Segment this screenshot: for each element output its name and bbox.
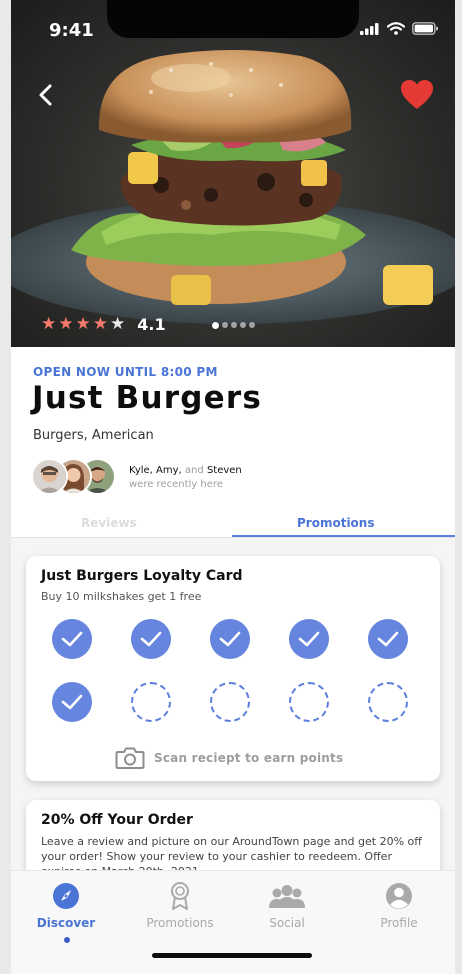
cellular-signal-icon <box>360 22 379 35</box>
burger-photo <box>11 50 455 324</box>
stamp-earned <box>289 619 329 659</box>
checkmark-icon <box>61 631 83 647</box>
group-people-icon <box>269 885 305 908</box>
avatar[interactable] <box>31 458 68 495</box>
loyalty-card-title: Just Burgers Loyalty Card <box>41 568 243 584</box>
star-icon: ★ <box>41 314 57 334</box>
nav-promotions[interactable]: Promotions <box>125 881 235 930</box>
star-icon: ★ <box>92 314 108 334</box>
carousel-indicator[interactable] <box>212 321 255 329</box>
stamp-earned <box>131 619 171 659</box>
star-icon: ★ <box>58 314 74 334</box>
user-profile-icon <box>386 883 412 909</box>
battery-icon <box>412 22 438 35</box>
stamp-empty <box>368 682 408 722</box>
rating-stars: ★ ★ ★ ★ ★ 4.1 <box>41 314 166 334</box>
friends-names: Kyle, Amy, and Steven <box>129 465 242 476</box>
device-notch <box>107 0 359 38</box>
friend-name: Steven <box>206 465 242 476</box>
carousel-dot[interactable] <box>222 322 228 328</box>
award-ribbon-icon <box>171 882 189 910</box>
status-time: 9:41 <box>49 20 94 41</box>
loyalty-card: Just Burgers Loyalty Card Buy 10 milksha… <box>26 556 440 781</box>
stamp-empty <box>289 682 329 722</box>
tab-promotions[interactable]: Promotions <box>297 516 374 530</box>
home-indicator[interactable] <box>152 953 312 958</box>
stamp-earned <box>368 619 408 659</box>
favorite-heart-icon[interactable] <box>399 78 435 112</box>
promotions-content[interactable]: Just Burgers Loyalty Card Buy 10 milksha… <box>11 538 455 870</box>
status-icons <box>360 22 439 35</box>
nav-social[interactable]: Social <box>232 881 342 930</box>
loyalty-card-subtitle: Buy 10 milkshakes get 1 free <box>41 590 202 603</box>
promo-description: Leave a review and picture on our Around… <box>41 835 422 870</box>
scan-receipt-label: Scan reciept to earn points <box>154 751 344 765</box>
promo-card[interactable]: 20% Off Your Order Leave a review and pi… <box>26 800 440 870</box>
phone-screen: 9:41 ★ ★ ★ ★ ★ 4.1 OPEN NOW UNTIL 8:00 P… <box>11 0 455 974</box>
friend-avatars[interactable] <box>31 458 121 496</box>
stamp-earned <box>52 682 92 722</box>
star-icon: ★ <box>75 314 91 334</box>
checkmark-icon <box>377 631 399 647</box>
wifi-icon <box>387 22 405 35</box>
carousel-dot[interactable] <box>231 322 237 328</box>
carousel-dot[interactable] <box>249 322 255 328</box>
nav-discover[interactable]: Discover <box>11 881 121 930</box>
checkmark-icon <box>140 631 162 647</box>
nav-discover-label: Discover <box>36 916 96 930</box>
star-icon: ★ <box>110 314 126 334</box>
checkmark-icon <box>61 694 83 710</box>
compass-icon <box>53 883 79 909</box>
checkmark-icon <box>298 631 320 647</box>
checkmark-icon <box>219 631 241 647</box>
carousel-dot[interactable] <box>240 322 246 328</box>
hero-image: 9:41 ★ ★ ★ ★ ★ 4.1 <box>11 0 455 347</box>
promo-title: 20% Off Your Order <box>41 812 193 828</box>
active-nav-indicator <box>64 937 70 943</box>
nav-profile[interactable]: Profile <box>344 881 454 930</box>
friends-conjunction: and <box>184 465 204 476</box>
friend-name: Amy, <box>156 465 182 476</box>
friends-subtitle: were recently here <box>129 479 223 490</box>
person-photo-icon <box>33 460 66 493</box>
cuisine-label: Burgers, American <box>33 428 154 443</box>
bottom-navigation: Discover Promotions Social Profile <box>11 870 455 974</box>
friend-name: Kyle, <box>129 465 153 476</box>
nav-profile-label: Profile <box>380 916 418 930</box>
stamp-empty <box>210 682 250 722</box>
nav-promotions-label: Promotions <box>146 916 214 930</box>
tab-reviews[interactable]: Reviews <box>81 516 137 530</box>
tab-bar: Reviews Promotions <box>11 510 455 538</box>
rating-value: 4.1 <box>137 314 166 334</box>
active-tab-indicator <box>232 535 455 537</box>
stamp-earned <box>210 619 250 659</box>
stamp-empty <box>131 682 171 722</box>
back-arrow-icon[interactable] <box>35 80 63 112</box>
carousel-dot[interactable] <box>212 321 219 329</box>
stamp-earned <box>52 619 92 659</box>
camera-icon <box>115 747 145 769</box>
open-status: OPEN NOW UNTIL 8:00 PM <box>33 365 218 379</box>
nav-social-label: Social <box>269 916 305 930</box>
scan-receipt-button[interactable]: Scan reciept to earn points <box>115 746 343 770</box>
restaurant-name: Just Burgers <box>32 380 263 416</box>
